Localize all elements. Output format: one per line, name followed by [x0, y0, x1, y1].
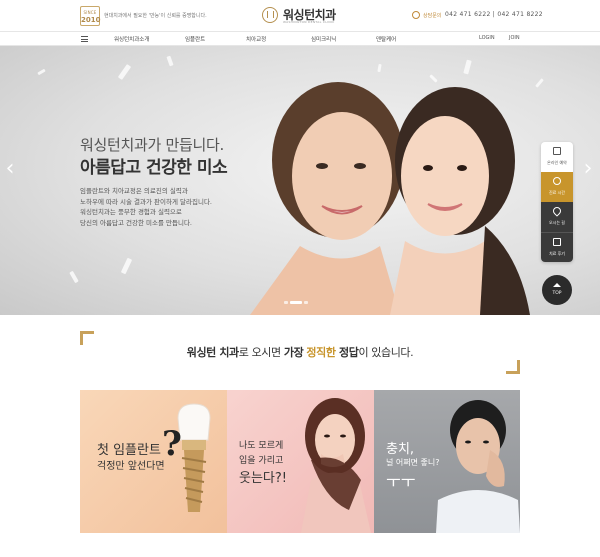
join-link[interactable]: JOIN — [509, 35, 520, 41]
hero-description-line: 당신의 아름답고 건강한 미소를 만듭니다. — [80, 218, 192, 227]
card-smile-line-3: 웃는다?! — [239, 471, 287, 486]
logo-subtitle: WASHINGTON DENTAL CLINIC — [283, 20, 335, 24]
intro-text: 로 오시면 — [238, 346, 284, 359]
slider-dot[interactable] — [284, 301, 288, 304]
location-pin-icon — [551, 205, 563, 217]
quick-label: 치료 후기 — [549, 251, 565, 256]
quick-menu: 온라인 예약 진료 시간 오시는 길 치료 후기 — [541, 142, 573, 262]
intro-heading: 워싱턴 치과로 오시면 가장 정직한 정답이 있습니다. — [0, 344, 600, 360]
nav-item-orthodontics[interactable]: 치아교정 — [246, 35, 266, 43]
hero-headline-line-2: 아름답고 건강한 미소 — [80, 158, 228, 178]
since-year: 2010 — [81, 16, 101, 24]
card-cavity-subtitle: 널 어쩌면 좋니? — [386, 458, 440, 467]
card-implant-subtitle: 걱정만 앞선다면 — [97, 461, 165, 472]
card-smile-line-2: 입을 가리고 — [239, 456, 284, 466]
man-toothache-photo — [436, 400, 520, 533]
slider-next-icon[interactable]: › — [582, 158, 594, 180]
intro-text-end: 이 있습니다. — [358, 346, 414, 359]
confetti — [117, 64, 132, 80]
since-label: SINCE — [83, 10, 97, 15]
main-nav: 워싱턴치과소개 임플란트 치아교정 심미크리닉 덴탈케어 LOGIN JOIN — [0, 31, 600, 46]
quick-label: 진료 시간 — [549, 190, 565, 195]
quick-label: 온라인 예약 — [547, 160, 567, 165]
slider-pagination — [284, 301, 310, 305]
nav-item-dental-care[interactable]: 덴탈케어 — [376, 35, 396, 43]
hero-slider: 워싱턴치과가 만듭니다. 아름답고 건강한 미소 임플란트와 치아교정은 의료진… — [0, 46, 600, 315]
hero-description-line: 워싱턴치과는 풍부한 경험과 실력으로 — [80, 208, 182, 216]
logo-mark-icon — [262, 7, 278, 23]
nav-item-about[interactable]: 워싱턴치과소개 — [114, 35, 149, 43]
since-badge: SINCE 2010 — [80, 6, 100, 26]
card-implant[interactable]: 첫 임플란트 걱정만 앞선다면 ? — [80, 390, 227, 533]
bracket-decoration — [80, 331, 94, 345]
quick-reviews[interactable]: 치료 후기 — [541, 232, 573, 262]
login-link[interactable]: LOGIN — [479, 35, 495, 41]
quick-directions[interactable]: 오시는 길 — [541, 202, 573, 232]
phone-icon — [412, 11, 420, 19]
hero-description: 임플란트와 치아교정은 의료진의 실력과 노하우에 따라 시술 결과가 판이하게… — [80, 186, 212, 228]
arrow-up-icon — [553, 283, 561, 287]
logo[interactable]: 워싱턴치과 WASHINGTON DENTAL CLINIC — [262, 5, 342, 27]
slider-dot[interactable] — [304, 301, 308, 304]
confetti — [37, 68, 46, 76]
phone-label: 상담문의 — [423, 13, 442, 19]
intro-text-bold: 가장 — [283, 346, 304, 359]
confetti — [120, 257, 133, 275]
scroll-top-button[interactable]: TOP — [542, 275, 572, 305]
card-cavity[interactable]: 충치, 널 어쩌면 좋니? ㅜㅜ — [374, 390, 520, 533]
hero-headline-line-1: 워싱턴치과가 만듭니다. — [80, 136, 224, 154]
card-cavity-title: 충치, — [386, 442, 415, 457]
review-icon — [553, 238, 561, 246]
slider-prev-icon[interactable]: ‹ — [4, 158, 16, 180]
clock-icon — [553, 177, 561, 185]
menu-icon[interactable] — [81, 36, 88, 42]
smiling-woman-photo — [301, 398, 371, 533]
intro-answer: 정답 — [335, 346, 359, 359]
hero-description-line: 임플란트와 치아교정은 의료진의 실력과 — [80, 187, 188, 195]
tagline: 현대치과에서 필요한 '만능'이 신뢰를 증명합니다. — [104, 13, 207, 19]
card-smile-line-1: 나도 모르게 — [239, 441, 284, 451]
card-smile[interactable]: 나도 모르게 입을 가리고 웃는다?! — [227, 390, 374, 533]
intro-clinic-name: 워싱턴 치과 — [186, 346, 239, 359]
slider-dot-active[interactable] — [290, 301, 302, 304]
bracket-decoration — [506, 360, 520, 374]
quick-reservation[interactable]: 온라인 예약 — [541, 142, 573, 172]
confetti — [69, 270, 79, 284]
intro-highlight: 정직한 — [306, 346, 336, 359]
card-implant-title: 첫 임플란트 — [97, 443, 161, 458]
nav-item-aesthetic[interactable]: 심미크리닉 — [311, 35, 336, 43]
phone-numbers[interactable]: 042 471 6222 | 042 471 8222 — [445, 11, 543, 18]
quick-hours[interactable]: 진료 시간 — [541, 172, 573, 202]
hero-description-line: 노하우에 따라 시술 결과가 판이하게 달라집니다. — [80, 197, 212, 206]
card-cavity-emote: ㅜㅜ — [386, 472, 416, 491]
calendar-icon — [553, 147, 561, 155]
quick-label: 오시는 길 — [549, 220, 565, 225]
confetti — [166, 55, 174, 67]
scroll-top-label: TOP — [552, 291, 562, 296]
top-bar: SINCE 2010 현대치과에서 필요한 '만능'이 신뢰를 증명합니다. 워… — [0, 0, 600, 31]
hero-models-photo — [250, 82, 530, 315]
nav-item-implant[interactable]: 임플란트 — [185, 35, 205, 43]
question-mark-icon: ? — [162, 424, 182, 464]
